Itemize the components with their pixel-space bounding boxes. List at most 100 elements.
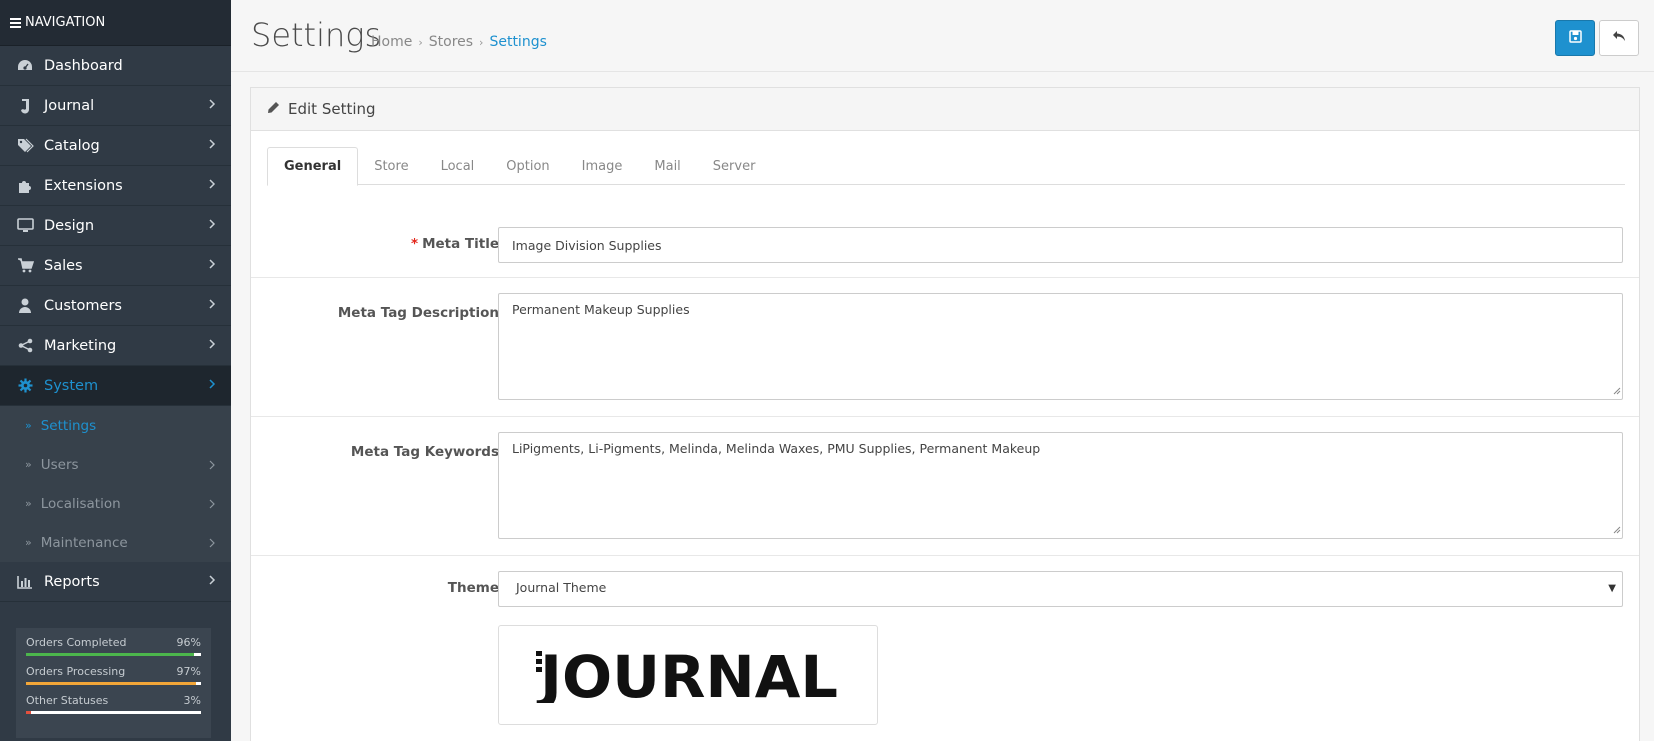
meta-keywords-label: Meta Tag Keywords <box>350 444 499 460</box>
stat-label: Orders Completed <box>26 636 127 649</box>
reply-icon <box>1612 30 1626 46</box>
form-group-meta-title: * Meta Title <box>251 227 1639 277</box>
puzzle-icon <box>16 177 34 195</box>
double-chevron-icon: » <box>25 419 32 432</box>
tab-store[interactable]: Store <box>358 147 424 185</box>
chevron-right-icon <box>208 574 216 590</box>
meta-title-input[interactable] <box>498 227 1623 263</box>
submenu-item-maintenance[interactable]: » Maintenance <box>0 523 231 562</box>
breadcrumb-stores[interactable]: Stores <box>429 34 473 50</box>
cart-icon <box>16 257 34 275</box>
meta-description-textarea[interactable]: Permanent Makeup Supplies <box>498 293 1623 400</box>
form-group-theme: Theme Journal Theme ▼ <box>251 571 1639 616</box>
resize-handle-icon[interactable] <box>1613 522 1621 537</box>
chevron-right-icon <box>208 218 216 234</box>
menu-item-label: System <box>44 377 99 394</box>
textarea-value: Permanent Makeup Supplies <box>512 302 690 317</box>
stat-label: Other Statuses <box>26 694 109 707</box>
stat-value: 97% <box>176 665 201 678</box>
tab-option[interactable]: Option <box>490 147 565 185</box>
menu-item-label: Sales <box>44 257 83 274</box>
nav-header-label: NAVIGATION <box>25 15 106 30</box>
back-button[interactable] <box>1599 20 1639 56</box>
nav-header[interactable]: NAVIGATION <box>0 0 231 46</box>
meta-title-label: * Meta Title <box>411 236 499 252</box>
menu-item-marketing[interactable]: Marketing <box>0 326 231 366</box>
theme-select[interactable]: Journal Theme ▼ <box>498 571 1623 607</box>
form-group-meta-keywords: Meta Tag Keywords LiPigments, Li-Pigment… <box>251 432 1639 542</box>
menu-item-reports[interactable]: Reports <box>0 562 231 602</box>
menu-item-label: Journal <box>44 97 95 114</box>
label-text: Meta Title <box>422 236 499 252</box>
meta-keywords-textarea[interactable]: LiPigments, Li-Pigments, Melinda, Melind… <box>498 432 1623 539</box>
chevron-right-icon <box>208 98 216 114</box>
menu-item-catalog[interactable]: Catalog <box>0 126 231 166</box>
stat-value: 3% <box>183 694 201 707</box>
dashboard-icon <box>16 57 34 75</box>
submenu-item-label: Settings <box>40 417 97 434</box>
pencil-icon <box>267 100 280 118</box>
panel-heading: Edit Setting <box>251 88 1639 131</box>
menu-item-system[interactable]: System <box>0 366 231 406</box>
menu-item-design[interactable]: Design <box>0 206 231 246</box>
journal-icon <box>16 97 34 115</box>
submenu-item-users[interactable]: » Users <box>0 445 231 484</box>
tab-mail[interactable]: Mail <box>638 147 696 185</box>
stat-label: Orders Processing <box>26 665 126 678</box>
stat-orders-completed: Orders Completed 96% <box>26 636 201 656</box>
breadcrumb-settings[interactable]: Settings <box>489 34 546 50</box>
menu-item-label: Design <box>44 217 95 234</box>
chevron-right-icon <box>208 298 216 314</box>
progress-fill <box>26 682 196 685</box>
chevron-right-icon <box>209 497 215 513</box>
menu-item-sales[interactable]: Sales <box>0 246 231 286</box>
breadcrumb-home[interactable]: Home <box>371 34 412 50</box>
menu-item-label: Catalog <box>44 137 100 154</box>
bar-chart-icon <box>16 573 34 591</box>
journal-logo-text: JOURNAL <box>536 647 838 703</box>
divider <box>251 555 1639 556</box>
divider <box>251 277 1639 278</box>
chevron-right-icon <box>208 338 216 354</box>
menu-item-extensions[interactable]: Extensions <box>0 166 231 206</box>
chevron-right-icon <box>209 458 215 474</box>
double-chevron-icon: » <box>25 497 32 510</box>
meta-description-label: Meta Tag Description <box>337 305 499 321</box>
stat-other-statuses: Other Statuses 3% <box>26 694 201 714</box>
tab-server[interactable]: Server <box>697 147 772 185</box>
submenu-item-label: Users <box>40 456 79 473</box>
menu-item-customers[interactable]: Customers <box>0 286 231 326</box>
resize-handle-icon[interactable] <box>1613 383 1621 398</box>
required-asterisk: * <box>411 236 419 252</box>
tab-local[interactable]: Local <box>425 147 491 185</box>
progress-bar <box>26 653 201 656</box>
stat-value: 96% <box>176 636 201 649</box>
breadcrumb-separator-icon: › <box>479 35 484 49</box>
submenu-item-localisation[interactable]: » Localisation <box>0 484 231 523</box>
journal-logo: JOURNAL <box>535 647 841 703</box>
user-icon <box>16 297 34 315</box>
theme-label: Theme <box>447 580 499 596</box>
tab-general[interactable]: General <box>267 147 359 186</box>
progress-bar <box>26 711 201 714</box>
share-icon <box>16 337 34 355</box>
hamburger-icon[interactable] <box>10 16 21 30</box>
monitor-icon <box>16 217 34 235</box>
double-chevron-icon: » <box>25 536 32 549</box>
tab-image[interactable]: Image <box>566 147 639 185</box>
menu-item-dashboard[interactable]: Dashboard <box>0 46 231 86</box>
menu-item-label: Customers <box>44 297 122 314</box>
settings-tabs: General Store Local Option Image Mail Se… <box>267 147 1625 186</box>
menu-item-label: Marketing <box>44 337 117 354</box>
breadcrumb: Home › Stores › Settings <box>371 34 547 50</box>
menu-item-journal[interactable]: Journal <box>0 86 231 126</box>
progress-fill <box>26 653 194 656</box>
panel-title: Edit Setting <box>288 100 376 118</box>
order-stats: Orders Completed 96% Orders Processing 9… <box>16 628 211 738</box>
progress-fill <box>26 711 32 714</box>
theme-preview-image: JOURNAL <box>498 625 878 725</box>
page-header: Settings Home › Stores › Settings <box>231 0 1654 72</box>
theme-selected-value: Journal Theme <box>516 580 607 595</box>
submenu-item-settings[interactable]: » Settings <box>0 406 231 445</box>
save-button[interactable] <box>1555 20 1595 56</box>
